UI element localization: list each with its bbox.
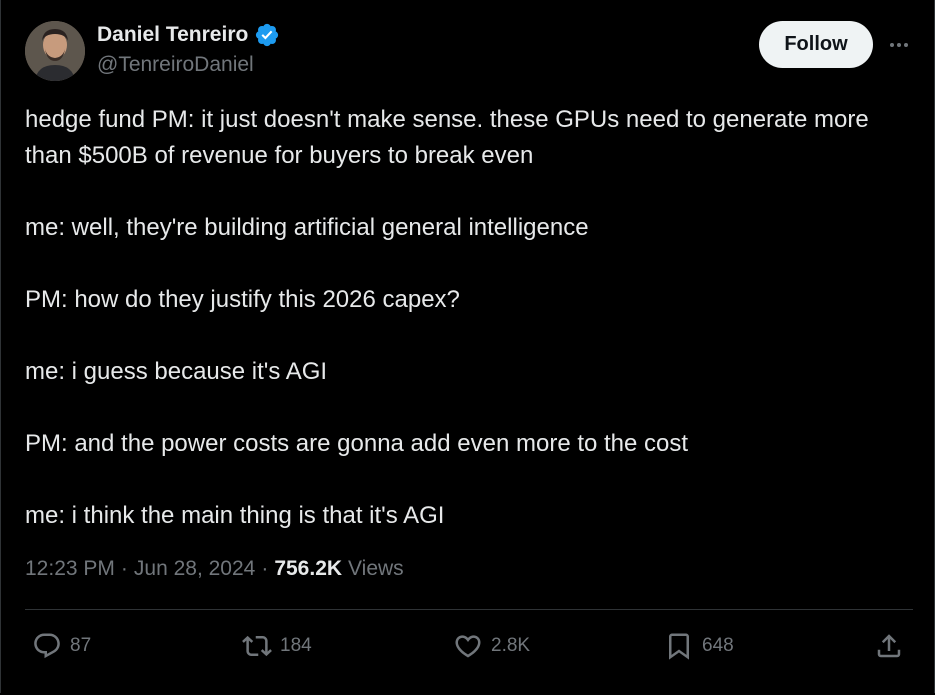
more-icon-glyph xyxy=(890,43,908,47)
like-count: 2.8K xyxy=(491,635,531,656)
reply-count: 87 xyxy=(70,635,92,656)
tweet-line: PM: and the power costs are gonna add ev… xyxy=(25,430,689,457)
bookmark-icon xyxy=(669,633,689,660)
author-name[interactable]: Daniel Tenreiro xyxy=(97,22,280,48)
bookmark-button[interactable]: 648 xyxy=(664,628,734,664)
tweet-line: me: i guess because it's AGI xyxy=(25,358,328,385)
reply-button[interactable]: 87 xyxy=(32,628,91,664)
repost-button[interactable]: 184 xyxy=(242,628,312,664)
author-handle[interactable]: @TenreiroDaniel xyxy=(97,53,254,77)
repost-count: 184 xyxy=(280,635,312,656)
tweet-meta: 12:23 PM · Jun 28, 2024 · 756.2K Views xyxy=(25,557,404,581)
follow-button[interactable]: Follow xyxy=(759,21,873,68)
reply-icon xyxy=(34,633,60,659)
repost-icon xyxy=(242,635,272,657)
tweet-line: me: i think the main thing is that it's … xyxy=(25,502,445,529)
views-label: Views xyxy=(348,557,404,580)
tweet-time[interactable]: 12:23 PM xyxy=(25,557,115,581)
bookmark-count: 648 xyxy=(702,635,734,656)
divider xyxy=(25,609,913,610)
meta-separator: · xyxy=(120,557,128,580)
share-icon xyxy=(877,634,901,658)
author-name-text[interactable]: Daniel Tenreiro xyxy=(97,23,248,47)
views-count[interactable]: 756.2K xyxy=(274,557,342,581)
verified-badge-icon xyxy=(256,23,279,47)
heart-icon xyxy=(455,635,481,658)
tweet-line: hedge fund PM: it just doesn't make sens… xyxy=(25,106,869,169)
tweet-text: hedge fund PM: it just doesn't make sens… xyxy=(25,102,905,534)
avatar[interactable] xyxy=(25,21,85,81)
more-icon[interactable] xyxy=(884,30,914,60)
like-button[interactable]: 2.8K xyxy=(453,628,530,664)
share-button[interactable] xyxy=(874,628,904,664)
avatar-image xyxy=(25,21,85,81)
tweet-line: me: well, they're building artificial ge… xyxy=(25,214,589,241)
meta-separator: · xyxy=(261,557,269,580)
tweet-date[interactable]: Jun 28, 2024 xyxy=(134,557,255,581)
tweet-line: PM: how do they justify this 2026 capex? xyxy=(25,286,460,313)
